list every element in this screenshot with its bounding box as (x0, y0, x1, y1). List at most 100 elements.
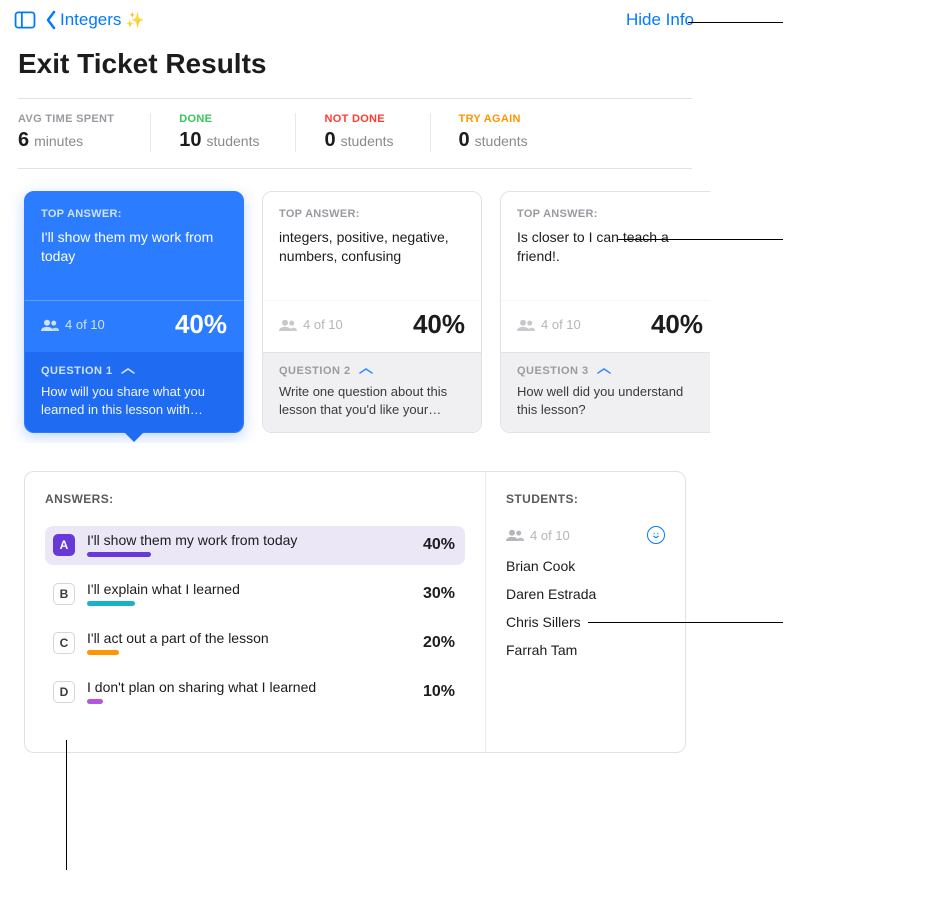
emoji-icon[interactable] (647, 526, 665, 544)
top-answer-text: integers, positive, negative, numbers, c… (279, 228, 465, 266)
answer-percentage: 30% (407, 585, 455, 603)
sparkle-icon: ✨ (125, 11, 144, 29)
stat-label: TRY AGAIN (459, 113, 528, 125)
top-answer-label: TOP ANSWER: (517, 208, 703, 220)
card-upper: TOP ANSWER: integers, positive, negative… (263, 192, 481, 300)
student-item[interactable]: Farrah Tam (506, 642, 665, 658)
back-label: Integers (60, 10, 121, 30)
topbar: Integers ✨ Hide Info (0, 0, 710, 36)
card-lower: QUESTION 2 Write one question about this… (263, 352, 481, 432)
answer-letter: D (53, 681, 75, 703)
answer-bar (87, 552, 395, 557)
stat-number: 0 (459, 129, 470, 152)
stat-not-done: NOT DONE 0 students (296, 113, 430, 152)
stat-value: 0 students (459, 129, 528, 152)
answers-list: A I'll show them my work from today 40% … (45, 526, 465, 712)
question-text: How well did you understand this lesson? (517, 383, 703, 418)
count-text: 4 of 10 (65, 317, 105, 332)
top-answer-label: TOP ANSWER: (279, 208, 465, 220)
stat-value: 0 students (324, 129, 393, 152)
answer-body: I don't plan on sharing what I learned (87, 679, 395, 704)
top-answer-label: TOP ANSWER: (41, 208, 227, 220)
answer-body: I'll show them my work from today (87, 532, 395, 557)
answer-percentage: 10% (407, 683, 455, 701)
card-midrow: 4 of 10 40% (263, 300, 481, 352)
answer-percentage: 20% (407, 634, 455, 652)
question-text: Write one question about this lesson tha… (279, 383, 465, 418)
question-label: QUESTION 2 (279, 365, 351, 377)
answer-bar-fill (87, 699, 103, 704)
answer-bar-fill (87, 601, 135, 606)
students-count: 4 of 10 (530, 528, 570, 543)
card-upper: TOP ANSWER: I'll show them my work from … (25, 192, 243, 300)
answer-text: I'll show them my work from today (87, 532, 395, 548)
people-icon (506, 529, 524, 541)
percentage: 40% (413, 309, 465, 340)
answer-row-b[interactable]: B I'll explain what I learned 30% (45, 575, 465, 614)
answer-letter: A (53, 534, 75, 556)
answer-row-d[interactable]: D I don't plan on sharing what I learned… (45, 673, 465, 712)
question-card-3[interactable]: TOP ANSWER: Is closer to I can teach a f… (500, 191, 710, 433)
people-icon (41, 319, 59, 331)
card-lower: QUESTION 1 How will you share what you l… (25, 352, 243, 432)
stat-done: DONE 10 students (151, 113, 296, 152)
topbar-left: Integers ✨ (14, 10, 144, 30)
stat-avg-time: AVG TIME SPENT 6 minutes (18, 113, 151, 152)
annotation-line (688, 22, 783, 23)
chevron-up-icon (359, 368, 373, 374)
answer-bar-fill (87, 552, 151, 557)
stat-number: 6 (18, 129, 29, 152)
answer-row-a[interactable]: A I'll show them my work from today 40% (45, 526, 465, 565)
respondent-count: 4 of 10 (279, 317, 343, 332)
card-midrow: 4 of 10 40% (501, 300, 710, 352)
answer-letter: C (53, 632, 75, 654)
answer-text: I don't plan on sharing what I learned (87, 679, 395, 695)
card-lower: QUESTION 3 How well did you understand t… (501, 352, 710, 432)
answers-panel: ANSWERS: A I'll show them my work from t… (25, 472, 485, 752)
question-card-1[interactable]: TOP ANSWER: I'll show them my work from … (24, 191, 244, 433)
count-text: 4 of 10 (541, 317, 581, 332)
details-panel: ANSWERS: A I'll show them my work from t… (24, 471, 686, 753)
answer-bar-fill (87, 650, 119, 655)
answer-bar (87, 601, 395, 606)
annotation-line (618, 239, 783, 240)
students-panel: STUDENTS: 4 of 10 Brian C (485, 472, 685, 752)
answers-heading: ANSWERS: (45, 492, 465, 506)
answer-row-c[interactable]: C I'll act out a part of the lesson 20% (45, 624, 465, 663)
answer-bar (87, 650, 395, 655)
student-item[interactable]: Brian Cook (506, 558, 665, 574)
question-cards: TOP ANSWER: I'll show them my work from … (0, 169, 710, 443)
chevron-up-icon (121, 368, 135, 374)
stat-label: NOT DONE (324, 113, 393, 125)
hide-info-button[interactable]: Hide Info (626, 10, 694, 30)
stat-value: 10 students (179, 129, 259, 152)
stat-number: 10 (179, 129, 201, 152)
student-item[interactable]: Daren Estrada (506, 586, 665, 602)
question-text: How will you share what you learned in t… (41, 383, 227, 418)
back-button[interactable]: Integers ✨ (44, 10, 144, 30)
percentage: 40% (651, 309, 703, 340)
stat-label: DONE (179, 113, 259, 125)
answer-letter: B (53, 583, 75, 605)
top-answer-text: I'll show them my work from today (41, 228, 227, 266)
people-icon (279, 319, 297, 331)
question-card-2[interactable]: TOP ANSWER: integers, positive, negative… (262, 191, 482, 433)
card-midrow: 4 of 10 40% (25, 300, 243, 352)
question-label: QUESTION 3 (517, 365, 589, 377)
answer-bar (87, 699, 395, 704)
stat-unit: students (341, 133, 394, 149)
answer-text: I'll act out a part of the lesson (87, 630, 395, 646)
stat-unit: students (475, 133, 528, 149)
answer-body: I'll explain what I learned (87, 581, 395, 606)
students-heading: STUDENTS: (506, 492, 665, 506)
stat-try-again: TRY AGAIN 0 students (431, 113, 564, 152)
answer-percentage: 40% (407, 536, 455, 554)
students-list: Brian CookDaren EstradaChris SillersFarr… (506, 558, 665, 658)
sidebar-toggle-icon[interactable] (14, 11, 36, 29)
percentage: 40% (175, 309, 227, 340)
top-answer-text: Is closer to I can teach a friend!. (517, 228, 703, 266)
annotation-line (588, 622, 783, 623)
count-text: 4 of 10 (303, 317, 343, 332)
card-upper: TOP ANSWER: Is closer to I can teach a f… (501, 192, 710, 300)
page-title: Exit Ticket Results (0, 36, 710, 98)
